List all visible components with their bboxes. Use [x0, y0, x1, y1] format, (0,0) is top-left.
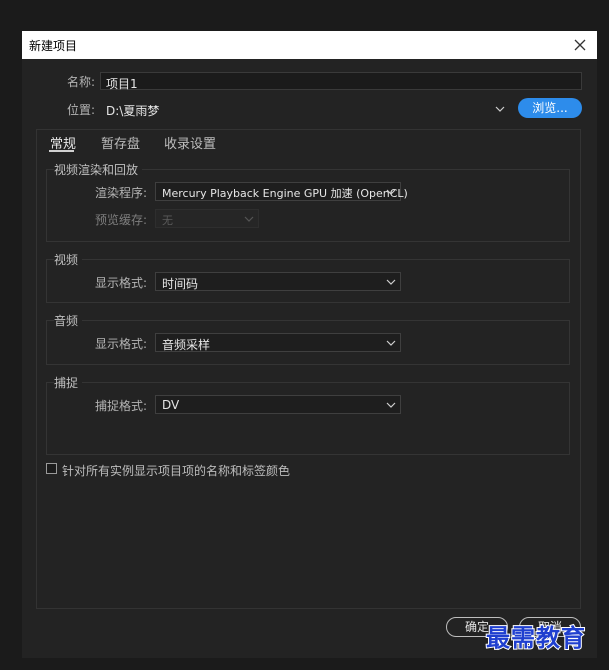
capture-group: [46, 382, 570, 455]
preview-cache-dropdown[interactable]: 无: [155, 209, 259, 228]
renderer-dropdown[interactable]: Mercury Playback Engine GPU 加速 (OpenCL): [155, 182, 408, 201]
new-project-dialog: 新建项目 名称: 项目1 位置: D:\夏雨梦 浏览... 常规 暂存盘 收录设…: [22, 31, 597, 658]
video-rendering-title: 视频渲染和回放: [54, 161, 143, 178]
preview-cache-value: 无: [162, 214, 173, 227]
location-label: 位置:: [67, 103, 96, 117]
location-dropdown[interactable]: D:\夏雨梦: [100, 99, 510, 118]
renderer-label: 渲染程序:: [95, 186, 148, 200]
location-value: D:\夏雨梦: [106, 104, 160, 118]
project-name-value: 项目1: [106, 77, 138, 91]
browse-button[interactable]: 浏览...: [518, 98, 582, 118]
project-name-input[interactable]: 项目1: [100, 72, 582, 91]
chevron-down-icon: [386, 340, 396, 346]
video-display-format-label: 显示格式:: [95, 276, 148, 290]
preview-cache-label: 预览缓存:: [95, 213, 148, 227]
audio-display-format-label: 显示格式:: [95, 337, 148, 351]
tab-ingest-settings[interactable]: 收录设置: [164, 133, 216, 152]
audio-display-format-dropdown[interactable]: 音频采样: [155, 333, 401, 352]
chevron-down-icon: [386, 279, 396, 285]
dialog-title: 新建项目: [29, 39, 78, 53]
chevron-down-icon: [495, 106, 505, 112]
chevron-down-icon: [244, 216, 254, 222]
name-label: 名称:: [67, 75, 96, 89]
video-rendering-group: [46, 169, 570, 242]
capture-group-title: 捕捉: [54, 374, 83, 391]
video-display-format-dropdown[interactable]: 时间码: [155, 272, 401, 291]
active-tab-indicator: [49, 150, 74, 152]
show-label-colors-label: 针对所有实例显示项目项的名称和标签颜色: [62, 464, 291, 478]
video-display-format-value: 时间码: [162, 277, 199, 291]
chevron-down-icon: [386, 189, 396, 195]
settings-tab-panel: 常规 暂存盘 收录设置 视频渲染和回放 渲染程序: Mercury Playba…: [36, 129, 581, 609]
chevron-down-icon: [386, 402, 396, 408]
audio-display-format-value: 音频采样: [162, 338, 211, 352]
show-label-colors-checkbox[interactable]: [46, 463, 57, 474]
close-icon[interactable]: [569, 34, 591, 56]
audio-group-title: 音频: [54, 312, 83, 329]
capture-format-value: DV: [162, 398, 180, 412]
tab-scratch-disks[interactable]: 暂存盘: [101, 133, 140, 152]
watermark-logo: 最需教育: [485, 622, 586, 653]
capture-format-label: 捕捉格式:: [95, 399, 148, 413]
capture-format-dropdown[interactable]: DV: [155, 395, 401, 414]
video-group-title: 视频: [54, 251, 83, 268]
dialog-titlebar: 新建项目: [22, 31, 597, 59]
renderer-value: Mercury Playback Engine GPU 加速 (OpenCL): [162, 187, 408, 200]
